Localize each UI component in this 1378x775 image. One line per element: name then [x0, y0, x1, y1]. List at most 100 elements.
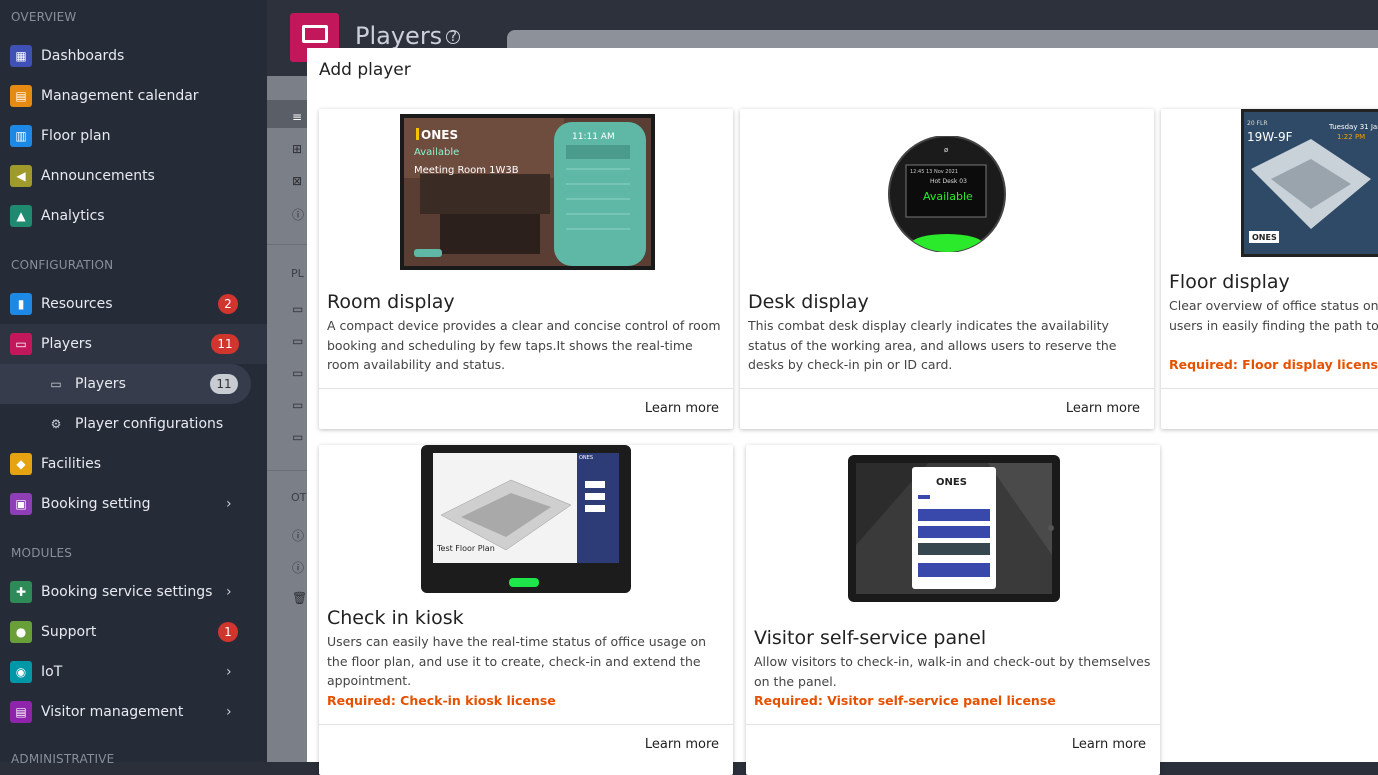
room-display-status: Available — [414, 147, 459, 158]
learn-more-link[interactable]: Learn more — [645, 737, 719, 752]
chevron-right-icon: › — [226, 664, 232, 680]
chevron-right-icon: › — [226, 496, 232, 512]
info-icon: ⓘ — [292, 529, 305, 543]
dialog-title: Add player — [319, 60, 411, 80]
player-card-room-display[interactable]: ONES Available Meeting Room 1W3B 11:11 A… — [319, 109, 733, 429]
network-off-icon: ⊠ — [292, 174, 303, 188]
sidebar-item-label: Management calendar — [41, 88, 199, 104]
card-title: Desk display — [748, 291, 869, 313]
floor-display-floor: 19W-9F — [1247, 130, 1293, 144]
sidebar-subitem-player-configurations[interactable]: ⚙ Player configurations — [0, 404, 251, 444]
sidebar-item-resources[interactable]: ▮ Resources 2 — [0, 284, 267, 324]
desk-display-status: Available — [923, 190, 973, 203]
service-icon: ✚ — [10, 581, 32, 603]
resources-badge: 2 — [218, 294, 238, 314]
monitor-icon: ▭ — [292, 398, 304, 412]
card-title: Floor display — [1169, 271, 1290, 293]
sidebar-subitem-players[interactable]: ▭ Players 11 — [0, 364, 251, 404]
support-badge: 1 — [218, 622, 238, 642]
kiosk-plan-name: Test Floor Plan — [436, 544, 495, 553]
sidebar-item-label: Visitor management — [41, 704, 184, 720]
dashboard-icon: ▦ — [10, 45, 32, 67]
sidebar-item-label: IoT — [41, 664, 63, 680]
players-badge: 11 — [211, 334, 239, 354]
trash-icon: 🗑 — [292, 591, 308, 605]
monitor-icon: ▭ — [50, 377, 62, 391]
card-divider — [1161, 388, 1378, 389]
resources-icon: ▮ — [10, 293, 32, 315]
sidebar-item-support[interactable]: ● Support 1 — [0, 612, 267, 652]
sidebar-item-booking-setting[interactable]: ▣ Booking setting › — [0, 484, 267, 524]
network-icon: ⊞ — [292, 142, 303, 156]
floor-display-date: Tuesday 31 Jan — [1328, 123, 1378, 131]
sidebar-item-floor-plan[interactable]: ▥ Floor plan — [0, 116, 267, 156]
room-display-image: ONES Available Meeting Room 1W3B 11:11 A… — [400, 114, 655, 270]
card-title: Check in kiosk — [327, 607, 464, 629]
desk-display-date: 12:45 13 Nov 2021 — [910, 169, 958, 175]
sidebar-item-booking-service-settings[interactable]: ✚ Booking service settings › — [0, 572, 267, 612]
help-icon[interactable]: ? — [446, 29, 461, 45]
learn-more-link[interactable]: Learn more — [1072, 737, 1146, 752]
sidebar-item-announcements[interactable]: ◀ Announcements — [0, 156, 267, 196]
card-divider — [740, 388, 1154, 389]
booking-icon: ▣ — [10, 493, 32, 515]
section-overview: OVERVIEW — [11, 10, 77, 24]
room-display-brand: ONES — [421, 128, 458, 142]
license-requirement: Required: Visitor self-service panel lic… — [754, 693, 1056, 708]
monitor-icon: ▭ — [292, 302, 304, 316]
kiosk-brand: ONES — [579, 455, 593, 461]
cube-icon: ◆ — [10, 453, 32, 475]
player-card-visitor-self-service-panel[interactable]: ONES Visitor self-service panel Allow vi… — [746, 445, 1160, 775]
visitor-icon: ▤ — [10, 701, 32, 723]
section-configuration: CONFIGURATION — [11, 258, 114, 272]
sidebar-item-label: Facilities — [41, 456, 101, 472]
svg-text:ø: ø — [944, 146, 949, 154]
sidebar-item-players[interactable]: ▭ Players 11 — [0, 324, 267, 364]
player-card-check-in-kiosk[interactable]: Test Floor Plan ONES Check in kiosk User… — [319, 445, 733, 775]
sidebar-item-label: Players — [75, 376, 126, 392]
chevron-right-icon: › — [226, 584, 232, 600]
sidebar-item-iot[interactable]: ◉ IoT › — [0, 652, 267, 692]
divider — [267, 244, 307, 245]
card-divider — [319, 724, 733, 725]
analytics-icon: ▲ — [10, 205, 32, 227]
info-icon: ⓘ — [292, 208, 305, 222]
sidebar-item-label: Analytics — [41, 208, 105, 224]
players-sub-badge: 11 — [210, 374, 238, 394]
room-display-room: Meeting Room 1W3B — [414, 165, 519, 176]
calendar-icon: ▤ — [10, 85, 32, 107]
sidebar-item-label: Floor plan — [41, 128, 111, 144]
learn-more-link[interactable]: Learn more — [645, 401, 719, 416]
card-description: Allow visitors to check-in, walk-in and … — [754, 654, 1151, 689]
sidebar-item-facilities[interactable]: ◆ Facilities — [0, 444, 267, 484]
license-requirement: Required: Check-in kiosk license — [327, 693, 556, 708]
monitor-icon: ▭ — [292, 366, 304, 380]
player-card-desk-display[interactable]: ø 12:45 13 Nov 2021 Hot Desk 03 Availabl… — [740, 109, 1154, 429]
card-description: This combat desk display clearly indicat… — [748, 318, 1117, 372]
add-player-dialog: Add player ONES Available Meeting Room 1… — [307, 48, 1378, 775]
monitor-icon: ▭ — [292, 430, 304, 444]
card-description: A compact device provides a clear and co… — [327, 318, 721, 372]
learn-more-link[interactable]: Learn more — [1066, 401, 1140, 416]
page-title: Players? — [355, 22, 461, 50]
card-description: Clear overview of office status on the f… — [1169, 298, 1378, 333]
floor-display-brand: ONES — [1252, 233, 1277, 242]
sidebar-item-management-calendar[interactable]: ▤ Management calendar — [0, 76, 267, 116]
sidebar-item-label: Support — [41, 624, 97, 640]
desk-display-desk: Hot Desk 03 — [930, 178, 967, 185]
monitor-icon: ▭ — [292, 334, 304, 348]
sidebar-item-analytics[interactable]: ▲ Analytics — [0, 196, 267, 236]
sidebar-item-visitor-management[interactable]: ▤ Visitor management › — [0, 692, 267, 732]
room-display-time: 11:11 AM — [572, 132, 615, 142]
sidebar-item-label: Booking setting — [41, 496, 151, 512]
visitor-panel-brand: ONES — [936, 477, 967, 488]
sidebar-item-label: Dashboards — [41, 48, 125, 64]
monitor-icon: ▭ — [10, 333, 32, 355]
floor-display-image: 20 FLR 19W-9F Tuesday 31 Jan 1:22 PM ONE… — [1241, 109, 1378, 257]
sidebar: OVERVIEW ▦ Dashboards ▤ Management calen… — [0, 0, 267, 766]
license-requirement: Required: Floor display license — [1169, 357, 1378, 372]
player-card-floor-display[interactable]: 20 FLR 19W-9F Tuesday 31 Jan 1:22 PM ONE… — [1161, 109, 1378, 429]
sidebar-item-dashboards[interactable]: ▦ Dashboards — [0, 36, 267, 76]
sidebar-item-label: Booking service settings — [41, 584, 213, 600]
menu-icon: ≡ — [292, 110, 303, 124]
